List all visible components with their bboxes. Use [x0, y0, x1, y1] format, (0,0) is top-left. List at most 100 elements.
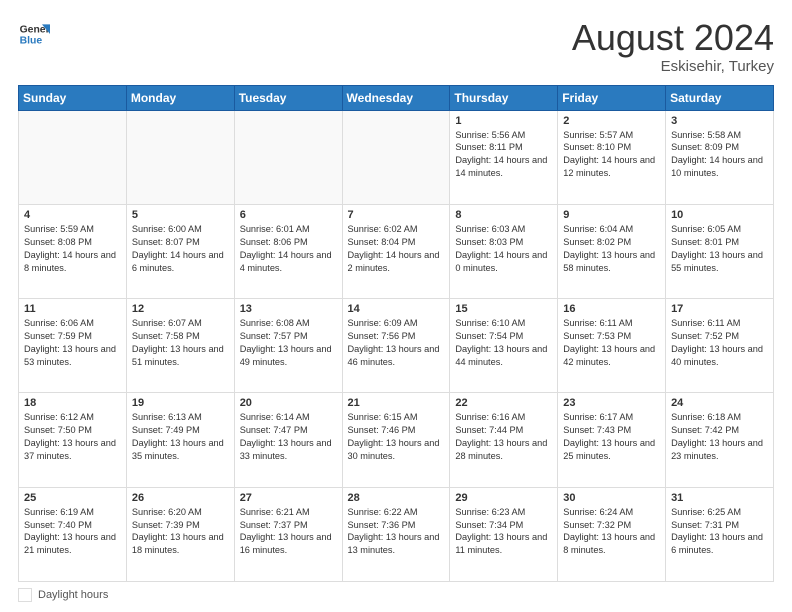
day-number: 7	[348, 209, 445, 221]
calendar-cell: 31Sunrise: 6:25 AMSunset: 7:31 PMDayligh…	[666, 487, 774, 581]
day-number: 20	[240, 397, 337, 409]
day-info: Sunrise: 6:01 AMSunset: 8:06 PMDaylight:…	[240, 223, 337, 275]
week-row-1: 4Sunrise: 5:59 AMSunset: 8:08 PMDaylight…	[19, 204, 774, 298]
day-number: 11	[24, 303, 121, 315]
day-number: 22	[455, 397, 552, 409]
calendar-cell: 19 Sunrise: 6:13 AMSunset: 7:49 PMDayligh…	[126, 393, 234, 487]
title-block: August 2024 Eskisehir, Turkey	[572, 18, 774, 75]
day-number: 17	[671, 303, 768, 315]
calendar-cell: 12 Sunrise: 6:07 AMSunset: 7:58 PMDayligh…	[126, 299, 234, 393]
weekday-header-row: SundayMondayTuesdayWednesdayThursdayFrid…	[19, 85, 774, 110]
day-number: 5	[132, 209, 229, 221]
day-number: 12	[132, 303, 229, 315]
day-number: 28	[348, 492, 445, 504]
day-number: 13	[240, 303, 337, 315]
calendar-cell: 6Sunrise: 6:01 AMSunset: 8:06 PMDaylight…	[234, 204, 342, 298]
day-number: 1	[455, 115, 552, 127]
calendar-cell: 27Sunrise: 6:21 AMSunset: 7:37 PMDayligh…	[234, 487, 342, 581]
weekday-tuesday: Tuesday	[234, 85, 342, 110]
calendar-cell: 24Sunrise: 6:18 AMSunset: 7:42 PMDayligh…	[666, 393, 774, 487]
day-info: Sunrise: 6:22 AMSunset: 7:36 PMDaylight:…	[348, 506, 445, 558]
day-info: Sunrise: 6:15 AMSunset: 7:46 PMDaylight:…	[348, 411, 445, 463]
day-number: 19	[132, 397, 229, 409]
calendar-cell: 26 Sunrise: 6:20 AMSunset: 7:39 PMDayligh…	[126, 487, 234, 581]
calendar-cell: 17 Sunrise: 6:11 AMSunset: 7:52 PMDayligh…	[666, 299, 774, 393]
day-info: Sunrise: 6:18 AMSunset: 7:42 PMDaylight:…	[671, 411, 768, 463]
calendar-cell: 14 Sunrise: 6:09 AMSunset: 7:56 PMDayligh…	[342, 299, 450, 393]
day-number: 23	[563, 397, 660, 409]
weekday-sunday: Sunday	[19, 85, 127, 110]
day-number: 16	[563, 303, 660, 315]
calendar-cell: 18Sunrise: 6:12 AMSunset: 7:50 PMDayligh…	[19, 393, 127, 487]
logo-icon: General Blue	[18, 18, 50, 50]
calendar-cell: 29 Sunrise: 6:23 AMSunset: 7:34 PMDayligh…	[450, 487, 558, 581]
day-number: 26	[132, 492, 229, 504]
day-info: Sunrise: 6:11 AMSunset: 7:53 PMDaylight:…	[563, 317, 660, 369]
calendar-cell	[19, 110, 127, 204]
day-info: Sunrise: 6:02 AMSunset: 8:04 PMDaylight:…	[348, 223, 445, 275]
day-info: Sunrise: 6:19 AMSunset: 7:40 PMDaylight:…	[24, 506, 121, 558]
calendar-cell: 25 Sunrise: 6:19 AMSunset: 7:40 PMDayligh…	[19, 487, 127, 581]
calendar-cell: 1 Sunrise: 5:56 AMSunset: 8:11 PMDaylight…	[450, 110, 558, 204]
calendar-cell: 16 Sunrise: 6:11 AMSunset: 7:53 PMDayligh…	[558, 299, 666, 393]
weekday-thursday: Thursday	[450, 85, 558, 110]
day-number: 10	[671, 209, 768, 221]
logo: General Blue	[18, 18, 50, 50]
day-info: Sunrise: 6:09 AMSunset: 7:56 PMDaylight:…	[348, 317, 445, 369]
calendar-cell: 15Sunrise: 6:10 AMSunset: 7:54 PMDayligh…	[450, 299, 558, 393]
day-info: Sunrise: 6:10 AMSunset: 7:54 PMDaylight:…	[455, 317, 552, 369]
day-info: Sunrise: 6:11 AMSunset: 7:52 PMDaylight:…	[671, 317, 768, 369]
calendar-cell: 2Sunrise: 5:57 AMSunset: 8:10 PMDaylight…	[558, 110, 666, 204]
daylight-label: Daylight hours	[38, 589, 108, 601]
page: General Blue August 2024 Eskisehir, Turk…	[0, 0, 792, 612]
calendar-cell: 10 Sunrise: 6:05 AMSunset: 8:01 PMDayligh…	[666, 204, 774, 298]
header: General Blue August 2024 Eskisehir, Turk…	[18, 18, 774, 75]
calendar-cell: 7 Sunrise: 6:02 AMSunset: 8:04 PMDaylight…	[342, 204, 450, 298]
day-info: Sunrise: 6:05 AMSunset: 8:01 PMDaylight:…	[671, 223, 768, 275]
day-info: Sunrise: 6:08 AMSunset: 7:57 PMDaylight:…	[240, 317, 337, 369]
day-info: Sunrise: 5:57 AMSunset: 8:10 PMDaylight:…	[563, 129, 660, 181]
day-info: Sunrise: 5:56 AMSunset: 8:11 PMDaylight:…	[455, 129, 552, 181]
svg-text:Blue: Blue	[20, 36, 43, 47]
day-number: 25	[24, 492, 121, 504]
calendar-cell: 22 Sunrise: 6:16 AMSunset: 7:44 PMDayligh…	[450, 393, 558, 487]
day-info: Sunrise: 6:16 AMSunset: 7:44 PMDaylight:…	[455, 411, 552, 463]
day-info: Sunrise: 6:21 AMSunset: 7:37 PMDaylight:…	[240, 506, 337, 558]
day-info: Sunrise: 6:23 AMSunset: 7:34 PMDaylight:…	[455, 506, 552, 558]
day-info: Sunrise: 6:25 AMSunset: 7:31 PMDaylight:…	[671, 506, 768, 558]
month-title: August 2024	[572, 18, 774, 58]
day-number: 14	[348, 303, 445, 315]
day-number: 21	[348, 397, 445, 409]
day-number: 9	[563, 209, 660, 221]
day-info: Sunrise: 6:00 AMSunset: 8:07 PMDaylight:…	[132, 223, 229, 275]
calendar-cell: 21 Sunrise: 6:15 AMSunset: 7:46 PMDayligh…	[342, 393, 450, 487]
calendar-table: SundayMondayTuesdayWednesdayThursdayFrid…	[18, 85, 774, 582]
calendar-cell: 8Sunrise: 6:03 AMSunset: 8:03 PMDaylight…	[450, 204, 558, 298]
day-info: Sunrise: 6:14 AMSunset: 7:47 PMDaylight:…	[240, 411, 337, 463]
calendar-cell	[342, 110, 450, 204]
calendar-cell: 28 Sunrise: 6:22 AMSunset: 7:36 PMDayligh…	[342, 487, 450, 581]
day-info: Sunrise: 6:13 AMSunset: 7:49 PMDaylight:…	[132, 411, 229, 463]
day-info: Sunrise: 6:17 AMSunset: 7:43 PMDaylight:…	[563, 411, 660, 463]
week-row-2: 11Sunrise: 6:06 AMSunset: 7:59 PMDayligh…	[19, 299, 774, 393]
day-info: Sunrise: 6:20 AMSunset: 7:39 PMDaylight:…	[132, 506, 229, 558]
day-number: 4	[24, 209, 121, 221]
week-row-0: 1 Sunrise: 5:56 AMSunset: 8:11 PMDaylight…	[19, 110, 774, 204]
day-info: Sunrise: 6:07 AMSunset: 7:58 PMDaylight:…	[132, 317, 229, 369]
day-info: Sunrise: 6:24 AMSunset: 7:32 PMDaylight:…	[563, 506, 660, 558]
footer: Daylight hours	[18, 588, 774, 602]
weekday-wednesday: Wednesday	[342, 85, 450, 110]
day-info: Sunrise: 6:04 AMSunset: 8:02 PMDaylight:…	[563, 223, 660, 275]
daylight-box	[18, 588, 32, 602]
day-number: 30	[563, 492, 660, 504]
calendar-cell: 5 Sunrise: 6:00 AMSunset: 8:07 PMDaylight…	[126, 204, 234, 298]
day-info: Sunrise: 6:12 AMSunset: 7:50 PMDaylight:…	[24, 411, 121, 463]
calendar-cell: 13 Sunrise: 6:08 AMSunset: 7:57 PMDayligh…	[234, 299, 342, 393]
calendar-cell: 23 Sunrise: 6:17 AMSunset: 7:43 PMDayligh…	[558, 393, 666, 487]
calendar-cell: 3Sunrise: 5:58 AMSunset: 8:09 PMDaylight…	[666, 110, 774, 204]
day-number: 3	[671, 115, 768, 127]
calendar-cell: 4Sunrise: 5:59 AMSunset: 8:08 PMDaylight…	[19, 204, 127, 298]
day-number: 29	[455, 492, 552, 504]
calendar-cell: 20 Sunrise: 6:14 AMSunset: 7:47 PMDayligh…	[234, 393, 342, 487]
calendar-cell	[126, 110, 234, 204]
